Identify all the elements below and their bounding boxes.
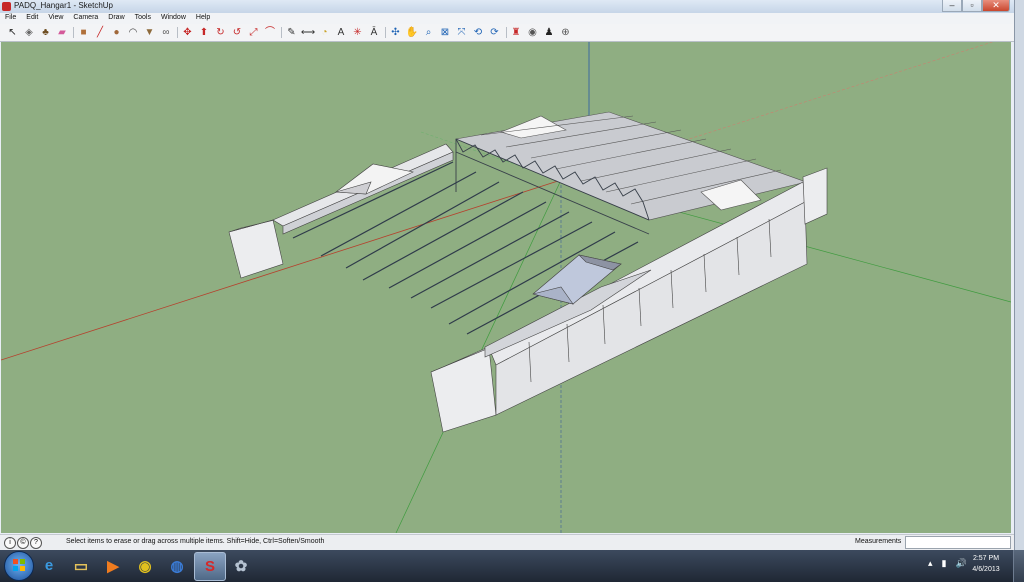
- close-button[interactable]: ✕: [982, 0, 1010, 12]
- zoom-window-icon[interactable]: ⊠: [439, 26, 452, 39]
- measurements-label: Measurements: [855, 538, 902, 545]
- taskbar-app-button[interactable]: ◉: [130, 552, 160, 579]
- unknown-app-icon: ✿: [234, 557, 248, 575]
- show-desktop-button[interactable]: [1013, 550, 1024, 582]
- user-icon[interactable]: ?: [30, 537, 42, 549]
- zoom-tool-icon[interactable]: ⌕: [422, 26, 435, 39]
- system-tray: ▴ ▮ 🔊: [928, 558, 967, 569]
- polygon-tool-icon[interactable]: ▼: [143, 26, 156, 39]
- arc-tool-icon[interactable]: ◠: [127, 26, 140, 39]
- look-around-icon[interactable]: ◉: [526, 26, 539, 39]
- menu-window[interactable]: Window: [156, 13, 191, 24]
- menu-view[interactable]: View: [43, 13, 68, 24]
- sketchup-icon: S: [204, 558, 215, 575]
- window-title: PADQ_Hangar1 - SketchUp: [14, 1, 114, 10]
- toolbar-separator: [505, 27, 507, 38]
- zoom-extents-icon[interactable]: ⤧: [455, 26, 468, 39]
- network-icon[interactable]: ▮: [942, 558, 947, 569]
- model-canvas: [1, 42, 1011, 533]
- start-button[interactable]: [4, 551, 34, 581]
- push-pull-tool-icon[interactable]: ⬆: [198, 26, 211, 39]
- google-earth-icon: ◍: [170, 557, 184, 575]
- toolbar-separator: [177, 27, 178, 38]
- menu-file[interactable]: File: [0, 13, 21, 24]
- text-tool-icon[interactable]: A: [335, 26, 348, 39]
- 3d-text-tool-icon[interactable]: Ā: [368, 26, 381, 39]
- menu-camera[interactable]: Camera: [68, 13, 103, 24]
- red-axis: [1, 179, 562, 361]
- clock[interactable]: 2:57 PM 4/6/2013: [966, 553, 1006, 575]
- taskbar-app-button[interactable]: e: [34, 552, 64, 579]
- line-tool-icon[interactable]: ╱: [94, 26, 107, 39]
- menu-help[interactable]: Help: [191, 13, 215, 24]
- clock-date: 4/6/2013: [972, 566, 1000, 573]
- 3d-viewport[interactable]: [1, 42, 1011, 533]
- taskbar-app-button[interactable]: ✿: [226, 552, 256, 579]
- chrome-icon: ◉: [138, 557, 152, 575]
- maximize-button[interactable]: ▫: [962, 0, 982, 12]
- dimension-tool-icon[interactable]: ⟷: [301, 26, 315, 39]
- status-message: Select items to erase or drag across mul…: [66, 538, 325, 545]
- clock-time: 2:57 PM: [972, 555, 1000, 562]
- media-player-icon: ▶: [107, 557, 119, 575]
- freehand-tool-icon[interactable]: ∞: [160, 26, 173, 39]
- sketchup-app-icon[interactable]: [2, 2, 11, 11]
- follow-me-tool-icon[interactable]: ↺: [231, 26, 244, 39]
- minimize-button[interactable]: –: [942, 0, 962, 12]
- pan-tool-icon[interactable]: ✋: [406, 26, 419, 39]
- taskbar-app-button[interactable]: ▭: [66, 552, 96, 579]
- window-controls: – ▫ ✕: [942, 0, 1010, 12]
- geo-location-icon[interactable]: i: [4, 537, 16, 549]
- circle-tool-icon[interactable]: ●: [110, 26, 123, 39]
- eraser-icon[interactable]: ▰: [56, 26, 69, 39]
- measurements-input[interactable]: [905, 536, 1011, 549]
- internet-explorer-icon: e: [44, 557, 54, 574]
- tape-measure-icon[interactable]: ✎: [285, 26, 298, 39]
- credits-icon[interactable]: ©: [17, 537, 29, 549]
- toolbar-separator: [385, 27, 386, 38]
- menu-edit[interactable]: Edit: [21, 13, 43, 24]
- hangar-roof: [454, 111, 808, 221]
- taskbar-app-button[interactable]: S: [194, 552, 226, 581]
- title-bar: PADQ_Hangar1 - SketchUp – ▫ ✕: [0, 0, 1014, 13]
- tool-bar: ↖ ◈ ♣ ▰ ■ ╱ ● ◠ ▼ ∞ ✥ ⬆ ↻ ↺ ⤢ ⌒ ✎ ⟷ ◔ A ✳ Ā ✣ ✋ ⌕ ⊠ ⤧ ⟲ ⟳ ♜ ◉ ♟ ⊕: [0, 24, 1014, 42]
- menu-bar: File Edit View Camera Draw Tools Window …: [0, 13, 1014, 24]
- paint-bucket-icon[interactable]: ♣: [39, 26, 52, 39]
- taskbar-app-button[interactable]: ◍: [162, 552, 192, 579]
- sketchup-window: PADQ_Hangar1 - SketchUp – ▫ ✕ File Edit …: [0, 0, 1015, 550]
- walk-tool-icon[interactable]: ♟: [543, 26, 556, 39]
- taskbar-app-button[interactable]: ▶: [98, 552, 128, 579]
- toolbar-separator: [281, 27, 282, 38]
- status-bar: i © ? Select items to erase or drag acro…: [0, 534, 1014, 550]
- rotate-tool-icon[interactable]: ↻: [214, 26, 227, 39]
- show-hidden-icons-icon[interactable]: ▴: [928, 558, 933, 569]
- scale-tool-icon[interactable]: ⤢: [247, 26, 260, 39]
- rectangle-tool-icon[interactable]: ■: [77, 26, 90, 39]
- orbit-tool-icon[interactable]: ✣: [389, 26, 402, 39]
- move-tool-icon[interactable]: ✥: [181, 26, 194, 39]
- windows-logo-icon: [13, 559, 25, 571]
- menu-tools[interactable]: Tools: [130, 13, 156, 24]
- menu-draw[interactable]: Draw: [103, 13, 129, 24]
- section-plane-icon[interactable]: ⊕: [559, 26, 572, 39]
- make-component-icon[interactable]: ◈: [23, 26, 36, 39]
- toolbar-separator: [73, 27, 74, 38]
- windows-explorer-icon: ▭: [73, 557, 89, 575]
- next-view-icon[interactable]: ⟳: [488, 26, 501, 39]
- axes-tool-icon[interactable]: ✳: [351, 26, 364, 39]
- protractor-tool-icon[interactable]: ◔: [318, 26, 331, 39]
- previous-view-icon[interactable]: ⟲: [472, 26, 485, 39]
- select-tool-icon[interactable]: ↖: [6, 26, 19, 39]
- left-wall: [228, 143, 454, 279]
- offset-tool-icon[interactable]: ⌒: [264, 26, 277, 39]
- windows-taskbar: e ▭ ▶ ◉ ◍ S ✿ ▴ ▮ 🔊 2:57 PM 4/6/2013: [0, 550, 1024, 582]
- position-camera-icon[interactable]: ♜: [510, 26, 523, 39]
